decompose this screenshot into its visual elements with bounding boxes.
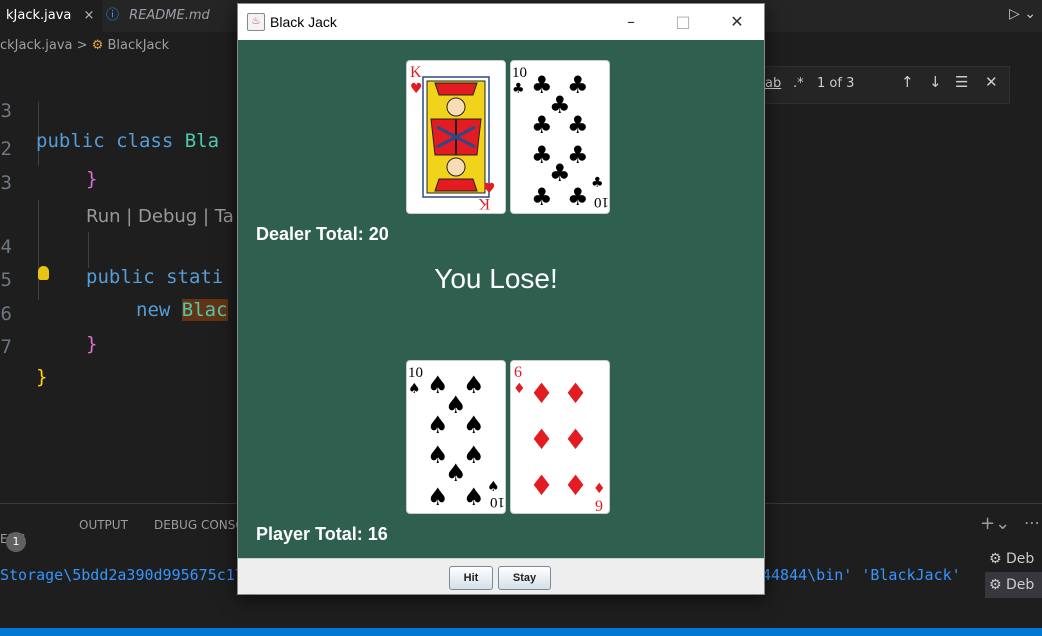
svg-text:♦: ♦ <box>513 381 526 397</box>
status-bar <box>0 628 1042 636</box>
regex-toggle[interactable]: .* <box>793 76 804 91</box>
svg-text:K: K <box>410 64 422 81</box>
lightbulb-icon[interactable] <box>38 266 49 280</box>
king-of-hearts-card-face: K ♥ K ♥ <box>410 64 496 212</box>
more-actions-icon[interactable]: ⋯ <box>1024 513 1040 532</box>
player-card-ten-spades: 10 ♠ ♠ ♠ ♠ ♠ ♠ ♠ ♠ ♠ ♠ ♠ ♠ 10 <box>406 360 506 514</box>
codelens[interactable]: Run | Debug | Ta <box>0 172 234 227</box>
hit-button[interactable]: Hit <box>449 566 493 590</box>
chevron-right-icon: > <box>76 38 88 53</box>
ten-of-spades-card-face: 10 ♠ ♠ ♠ ♠ ♠ ♠ ♠ ♠ ♠ ♠ ♠ ♠ 10 <box>408 365 505 511</box>
svg-text:♠: ♠ <box>408 381 421 397</box>
svg-text:♦: ♦ <box>529 469 554 502</box>
svg-text:♦: ♦ <box>563 469 588 502</box>
debug-session-list: ⚙ Deb ⚙ Deb <box>985 546 1042 598</box>
svg-text:10: 10 <box>594 194 609 210</box>
svg-text:♣: ♣ <box>531 183 553 211</box>
tab-blackjack-java[interactable]: kJack.java × <box>0 0 102 32</box>
svg-text:♠: ♠ <box>463 483 485 511</box>
code-line: 3 public class Bla <box>0 100 220 152</box>
svg-text:♦: ♦ <box>563 423 588 456</box>
svg-text:♥: ♥ <box>410 81 423 97</box>
svg-text:♦: ♦ <box>529 423 554 456</box>
match-whole-word-toggle[interactable]: ab <box>765 76 781 91</box>
find-widget: ab .* 1 of 3 ↑ ↓ ☰ ✕ <box>758 66 1010 104</box>
run-icon[interactable]: ▷ ⌄ <box>1009 6 1036 22</box>
code-line: 4 public stati <box>0 236 224 288</box>
svg-text:♦: ♦ <box>593 481 606 497</box>
svg-text:♣: ♣ <box>591 175 604 191</box>
code-line: 5 new Blac <box>0 269 228 321</box>
svg-text:♠: ♠ <box>487 479 500 495</box>
game-table: K ♥ K ♥ 10 ♣ ♣ ♣ ♣ ♣ ♣ ♣ ♣ ♣ ♣ ♣ ♣ 10 De… <box>238 40 764 558</box>
tab-readme[interactable]: ⓘ README.md <box>100 0 216 32</box>
svg-text:K: K <box>478 195 490 212</box>
java-app-icon: ♨ <box>247 13 265 31</box>
tab-output[interactable]: OUTPUT <box>79 518 128 532</box>
arrow-up-icon[interactable]: ↑ <box>901 73 914 91</box>
code-line: 2 } <box>0 138 98 190</box>
dealer-total: Dealer Total: 20 <box>256 224 389 244</box>
svg-text:10: 10 <box>490 494 505 510</box>
add-terminal-icon[interactable]: +⌄ <box>980 513 1010 534</box>
player-card-six-diamonds: 6 ♦ ♦ ♦ ♦ ♦ ♦ ♦ ♦ 9 <box>510 360 610 514</box>
svg-text:♠: ♠ <box>463 411 485 439</box>
terminal-text: 44844\bin' 'BlackJack' <box>762 566 961 584</box>
tab-label: kJack.java <box>6 8 72 23</box>
class-symbol-icon: ⚙ <box>91 38 104 53</box>
debug-session-item[interactable]: ⚙ Deb <box>985 572 1042 598</box>
ten-of-clubs-card-face: 10 ♣ ♣ ♣ ♣ ♣ ♣ ♣ ♣ ♣ ♣ ♣ ♣ 10 <box>512 65 609 211</box>
find-in-selection-icon[interactable]: ☰ <box>955 73 968 91</box>
code-line: 3 <box>0 172 12 194</box>
button-bar: Hit Stay <box>238 558 764 594</box>
minimize-button[interactable]: – <box>616 10 646 34</box>
close-button[interactable]: ✕ <box>722 10 752 34</box>
svg-text:10: 10 <box>408 365 423 381</box>
code-line: 7 } <box>0 336 48 388</box>
breadcrumb: ckJack.java > ⚙ BlackJack <box>0 38 169 53</box>
dealer-card-ten-clubs: 10 ♣ ♣ ♣ ♣ ♣ ♣ ♣ ♣ ♣ ♣ ♣ ♣ 10 <box>510 60 610 214</box>
tab-debug-console[interactable]: DEBUG CONSO <box>154 518 245 532</box>
terminal-text: Storage\5bdd2a390d995675c17 <box>0 566 244 584</box>
player-total: Player Total: 16 <box>256 524 388 544</box>
svg-text:♣: ♣ <box>567 111 589 139</box>
svg-text:♠: ♠ <box>427 411 449 439</box>
window-titlebar[interactable]: ♨ Black Jack – □ ✕ <box>238 4 764 40</box>
close-icon[interactable]: ✕ <box>985 73 998 91</box>
svg-text:10: 10 <box>512 65 527 81</box>
close-icon[interactable]: × <box>84 8 95 23</box>
breadcrumb-symbol[interactable]: BlackJack <box>108 38 170 53</box>
maximize-button[interactable]: □ <box>668 10 698 34</box>
svg-text:9: 9 <box>595 498 603 513</box>
svg-text:♠: ♠ <box>427 483 449 511</box>
debug-icon: ⚙ <box>989 551 1002 567</box>
info-icon: ⓘ <box>106 8 120 23</box>
find-match-highlight: Blac <box>181 299 228 321</box>
stay-button[interactable]: Stay <box>498 566 551 590</box>
problems-count-badge: 1 <box>6 532 26 552</box>
svg-text:♣: ♣ <box>512 81 525 97</box>
svg-text:♥: ♥ <box>483 181 496 197</box>
svg-text:♣: ♣ <box>531 111 553 139</box>
find-match-count: 1 of 3 <box>817 76 855 91</box>
dealer-card-king-hearts: K ♥ K ♥ <box>406 60 506 214</box>
debug-icon: ⚙ <box>989 577 1002 593</box>
svg-text:♦: ♦ <box>563 377 588 410</box>
window-title: Black Jack <box>270 14 337 30</box>
six-of-diamonds-card-face: 6 ♦ ♦ ♦ ♦ ♦ ♦ ♦ ♦ 9 <box>513 364 606 513</box>
debug-session-item[interactable]: ⚙ Deb <box>985 546 1042 572</box>
svg-text:♦: ♦ <box>529 377 554 410</box>
tab-label: README.md <box>129 8 210 23</box>
svg-text:6: 6 <box>514 364 522 381</box>
blackjack-window: ♨ Black Jack – □ ✕ K ♥ K ♥ 10 ♣ ♣ ♣ ♣ ♣ … <box>237 3 765 595</box>
game-result: You Lose! <box>434 263 558 294</box>
svg-text:♣: ♣ <box>567 183 589 211</box>
arrow-down-icon[interactable]: ↓ <box>929 73 942 91</box>
breadcrumb-file[interactable]: ckJack.java <box>0 38 73 53</box>
